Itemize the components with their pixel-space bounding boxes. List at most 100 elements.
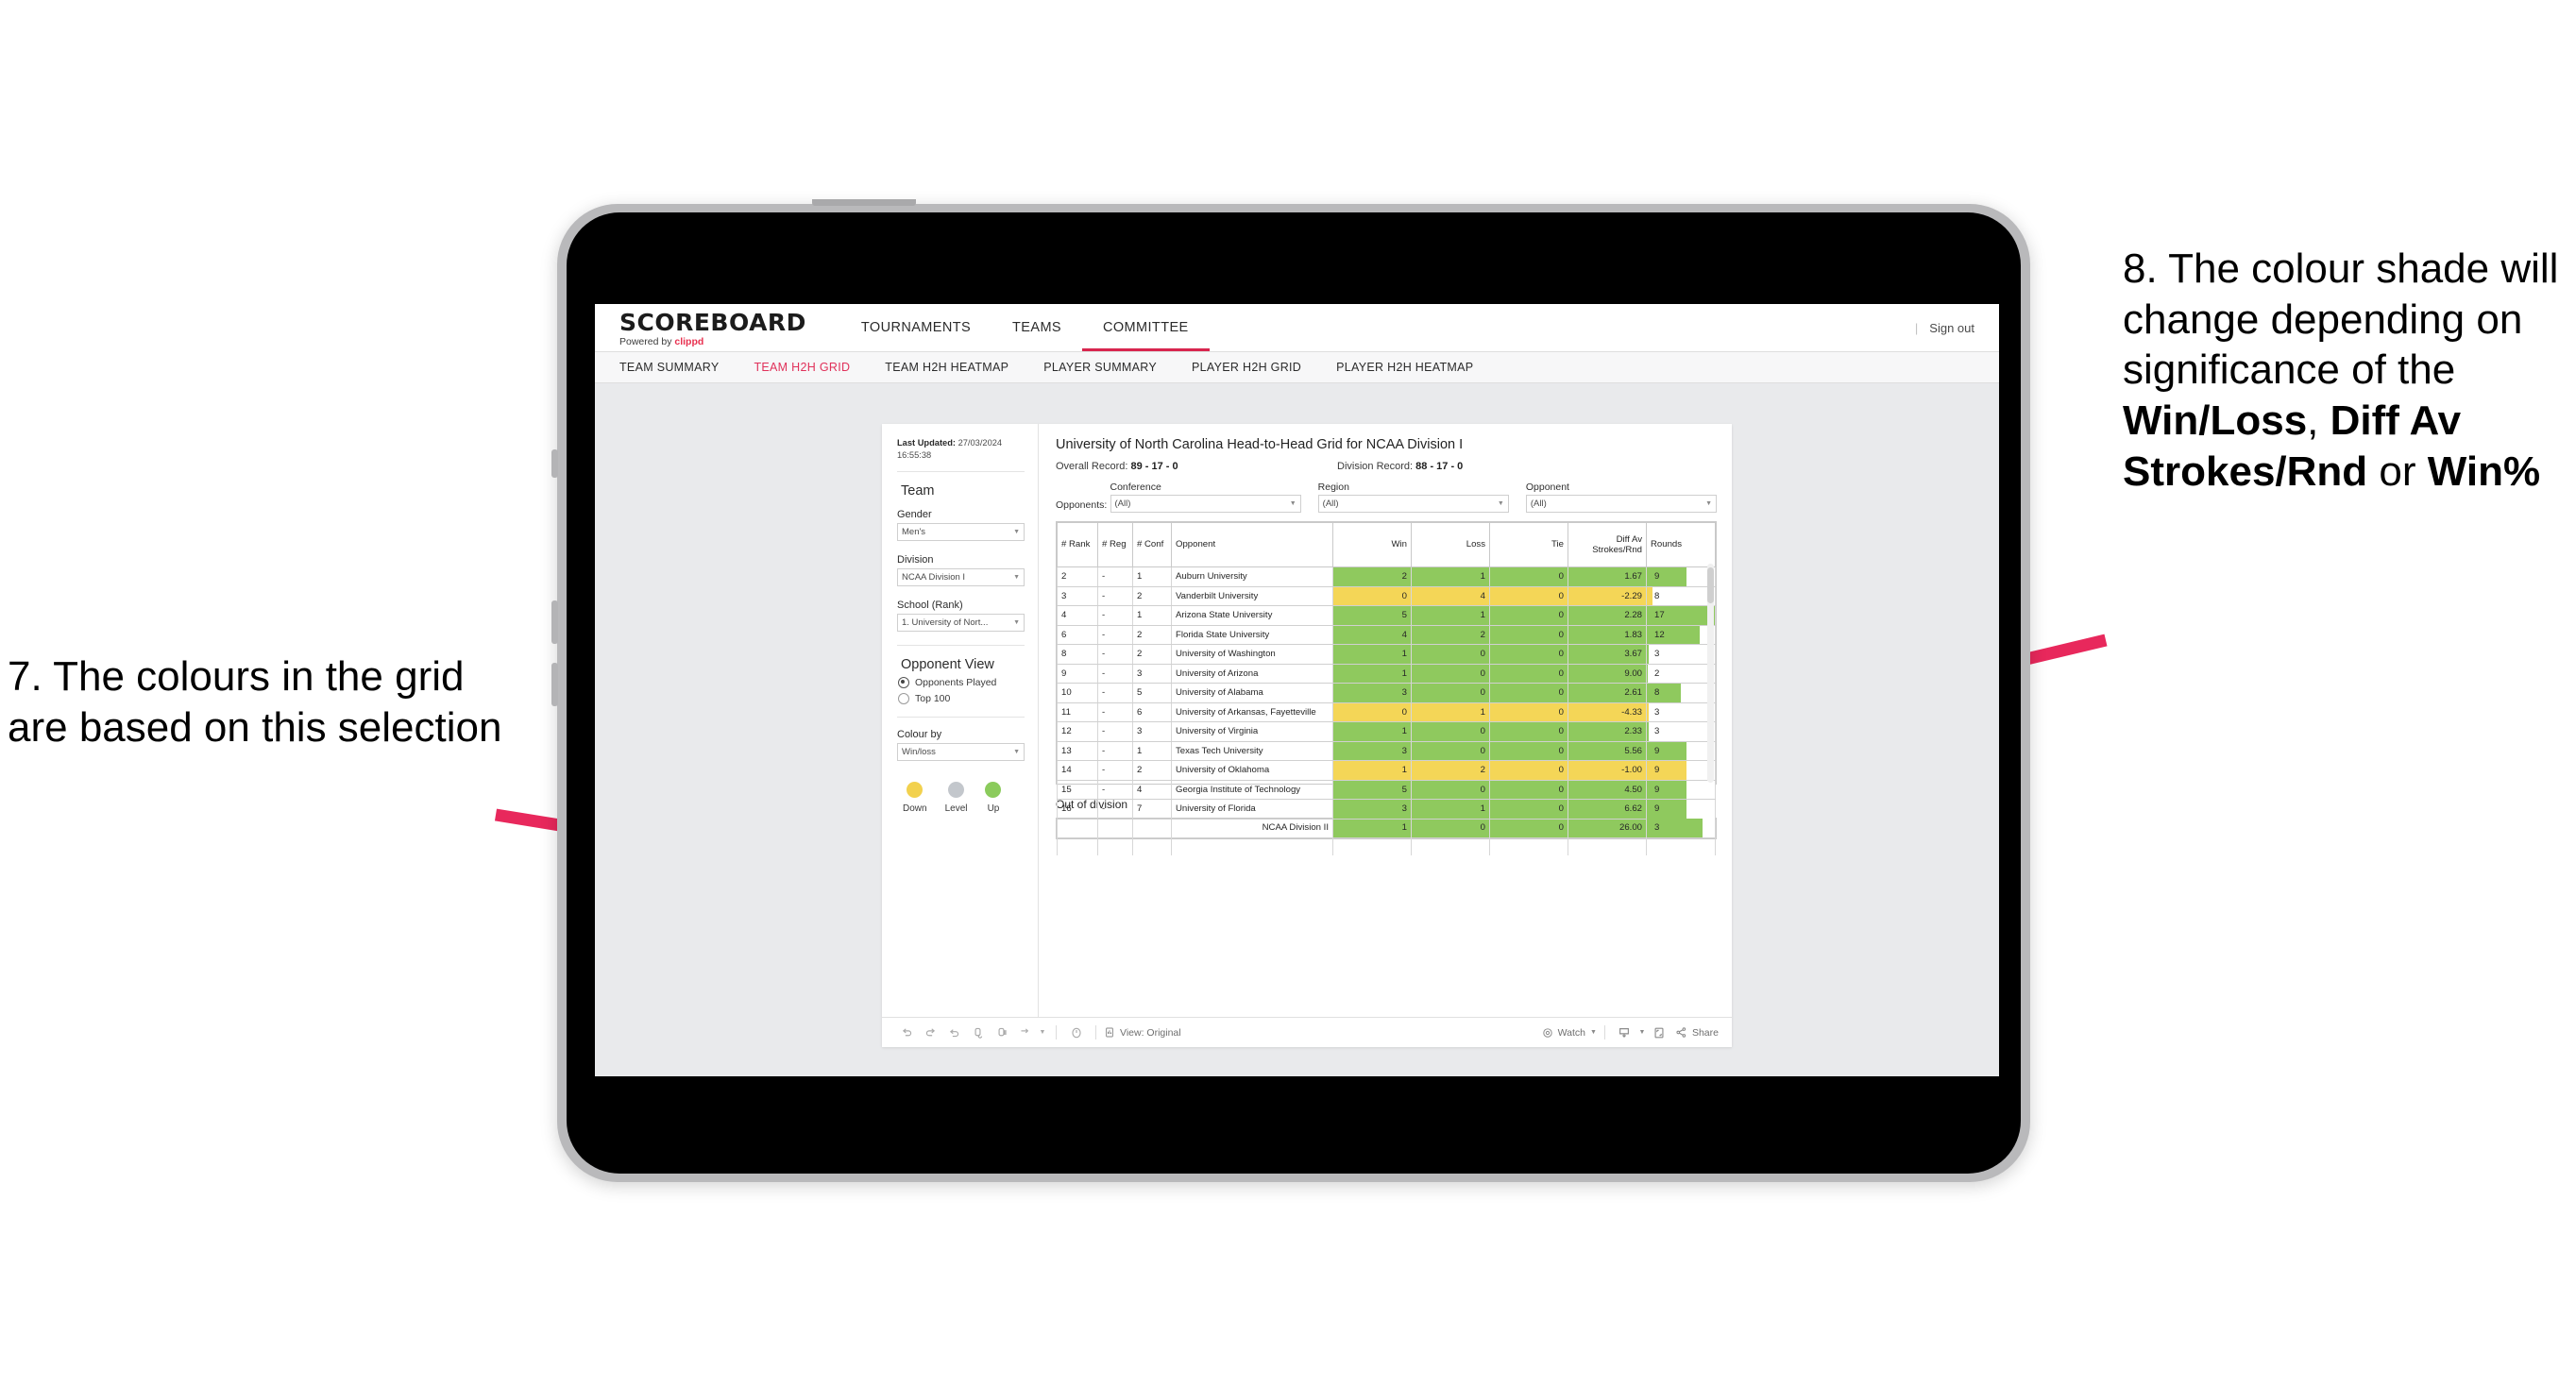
sign-out-link[interactable]: Sign out	[1929, 321, 1974, 335]
clock-icon[interactable]	[1064, 1021, 1088, 1044]
cell-conf: 1	[1132, 741, 1172, 761]
rounds-value: 17	[1654, 610, 1665, 620]
table-header: # Rank # Reg # Conf Opponent Win Loss Ti…	[1057, 522, 1716, 567]
division-record-label: Division Record:	[1337, 461, 1414, 472]
rounds-bar	[1647, 645, 1650, 664]
table-row[interactable]: 4-1 Arizona State University 5 1 0 2.28 17	[1057, 605, 1716, 626]
sign-out-area: | Sign out	[1915, 304, 1974, 351]
rounds-value: 3	[1654, 649, 1660, 659]
radio-top-100[interactable]: Top 100	[898, 693, 1025, 705]
cell-reg: -	[1097, 683, 1133, 703]
region-select[interactable]: (All) ▼	[1317, 495, 1509, 513]
cell-rank: 9	[1057, 664, 1098, 684]
fullscreen-icon[interactable]	[1648, 1021, 1671, 1044]
table-row[interactable]: 11-6 University of Arkansas, Fayetteville…	[1057, 702, 1716, 722]
division-select[interactable]: NCAA Division I ▼	[897, 568, 1025, 587]
cell-reg: -	[1097, 605, 1133, 626]
cell-reg: -	[1097, 664, 1133, 684]
rounds-value: 9	[1654, 571, 1660, 582]
gender-label: Gender	[897, 509, 932, 521]
cell-opponent: Auburn University	[1171, 566, 1333, 587]
subnav-player-summary[interactable]: PLAYER SUMMARY	[1043, 361, 1177, 374]
cell-win: 3	[1332, 683, 1412, 703]
undo-icon[interactable]	[895, 1021, 919, 1044]
legend-label-up: Up	[987, 803, 1000, 815]
opponent-select[interactable]: (All) ▼	[1525, 495, 1718, 513]
blank-cell	[1332, 819, 1412, 855]
subnav-team-summary[interactable]: TEAM SUMMARY	[619, 361, 738, 374]
cell-opponent: University of Arizona	[1171, 664, 1333, 684]
chevron-down-icon: ▼	[1013, 749, 1020, 756]
table-row[interactable]: 2-1 Auburn University 2 1 0 1.67 9	[1057, 566, 1716, 587]
gender-select[interactable]: Men's ▼	[897, 523, 1025, 542]
cell-conf: 6	[1132, 702, 1172, 722]
download-icon[interactable]	[1613, 1021, 1636, 1044]
cell-conf: 2	[1132, 586, 1172, 606]
cell-loss: 1	[1411, 605, 1490, 626]
radio-opponents-played[interactable]: Opponents Played	[898, 677, 1025, 689]
toolbar-dropdown-icon[interactable]: ▼	[1037, 1021, 1048, 1044]
cell-loss: 1	[1411, 566, 1490, 587]
subnav-team-h2h-grid[interactable]: TEAM H2H GRID	[754, 361, 870, 374]
table-row[interactable]: 13-1 Texas Tech University 3 0 0 5.56 9	[1057, 741, 1716, 761]
table-row[interactable]: 12-3 University of Virginia 1 0 0 2.33 3	[1057, 721, 1716, 742]
col-reg-label: # Reg	[1102, 539, 1127, 550]
revert-icon[interactable]	[942, 1021, 966, 1044]
cell-tie: 0	[1489, 780, 1568, 800]
cell-rounds: 9	[1646, 780, 1716, 800]
filter-icon[interactable]	[1013, 1021, 1037, 1044]
refresh-icon[interactable]	[966, 1021, 990, 1044]
cell-rounds: 3	[1646, 702, 1716, 722]
subnav-player-h2h-heatmap[interactable]: PLAYER H2H HEATMAP	[1336, 361, 1493, 374]
cell-reg: -	[1097, 586, 1133, 606]
col-win: Win	[1332, 522, 1412, 567]
table-row[interactable]: 9-3 University of Arizona 1 0 0 9.00 2	[1057, 664, 1716, 684]
chevron-down-icon: ▼	[1497, 500, 1504, 507]
table-row[interactable]: 15-4 Georgia Institute of Technology 5 0 0 4.…	[1057, 780, 1716, 800]
download-dropdown-icon[interactable]: ▼	[1636, 1021, 1648, 1044]
subnav-player-h2h-grid[interactable]: PLAYER H2H GRID	[1192, 361, 1321, 374]
cell-tie: 0	[1489, 799, 1568, 820]
table-row[interactable]: 16-7 University of Florida 3 1 0 6.62 9	[1057, 799, 1716, 820]
table-body: 2-1 Auburn University 2 1 0 1.67 9 3-2 Vanderbil…	[1057, 566, 1716, 855]
nav-teams[interactable]: TEAMS	[991, 304, 1082, 351]
h2h-grid-table: # Rank # Reg # Conf Opponent Win Loss Ti…	[1057, 522, 1716, 855]
rounds-value: 9	[1654, 784, 1660, 795]
conference-select[interactable]: (All) ▼	[1110, 495, 1301, 513]
share-button[interactable]: Share	[1675, 1026, 1719, 1039]
cell-reg: -	[1097, 702, 1133, 722]
watch-button[interactable]: Watch ▼	[1542, 1027, 1597, 1039]
cell-reg: -	[1097, 625, 1133, 645]
primary-nav: TOURNAMENTS TEAMS COMMITTEE	[840, 304, 1210, 351]
annotation-8-text: 8. The colour shade will change dependin…	[2123, 244, 2576, 497]
top-navigation-bar: SCOREBOARD Powered by clippd TOURNAMENTS…	[595, 304, 1999, 351]
camera-button	[551, 449, 558, 478]
table-row[interactable]: 6-2 Florida State University 4 2 0 1.83 12	[1057, 625, 1716, 645]
school-select[interactable]: 1. University of Nort... ▼	[897, 614, 1025, 633]
table-row[interactable]: 3-2 Vanderbilt University 0 4 0 -2.29 8	[1057, 586, 1716, 606]
col-loss: Loss	[1411, 522, 1490, 567]
cell-rounds: 9	[1646, 741, 1716, 761]
cell-conf: 3	[1132, 664, 1172, 684]
cell-tie: 0	[1489, 702, 1568, 722]
chevron-down-icon: ▼	[1013, 574, 1020, 582]
cell-diff-av-strokes: 1.67	[1568, 566, 1647, 587]
cell-reg: -	[1097, 721, 1133, 742]
view-original-button[interactable]: View: Original	[1104, 1026, 1181, 1039]
conference-filter: Conference (All) ▼	[1110, 482, 1301, 513]
table-row[interactable]: 14-2 University of Oklahoma 1 2 0 -1.00 9	[1057, 760, 1716, 781]
cell-opponent: University of Florida	[1171, 799, 1333, 820]
table-row[interactable]: 10-5 University of Alabama 3 0 0 2.61 8	[1057, 683, 1716, 703]
cell-diff-av-strokes: -1.00	[1568, 760, 1647, 781]
colour-by-select[interactable]: Win/loss ▼	[897, 743, 1025, 762]
nav-committee[interactable]: COMMITTEE	[1082, 304, 1210, 351]
redo-icon[interactable]	[919, 1021, 942, 1044]
region-value: (All)	[1322, 499, 1339, 509]
pause-icon[interactable]	[990, 1021, 1013, 1044]
table-row[interactable]: 8-2 University of Washington 1 0 0 3.67 3	[1057, 644, 1716, 665]
cell-rounds: 9	[1646, 760, 1716, 781]
table-scrollbar-thumb[interactable]	[1707, 567, 1714, 603]
nav-tournaments[interactable]: TOURNAMENTS	[840, 304, 991, 351]
subnav-team-h2h-heatmap[interactable]: TEAM H2H HEATMAP	[885, 361, 1028, 374]
records-row: Overall Record: 89 - 17 - 0 Division Rec…	[1056, 461, 1717, 472]
